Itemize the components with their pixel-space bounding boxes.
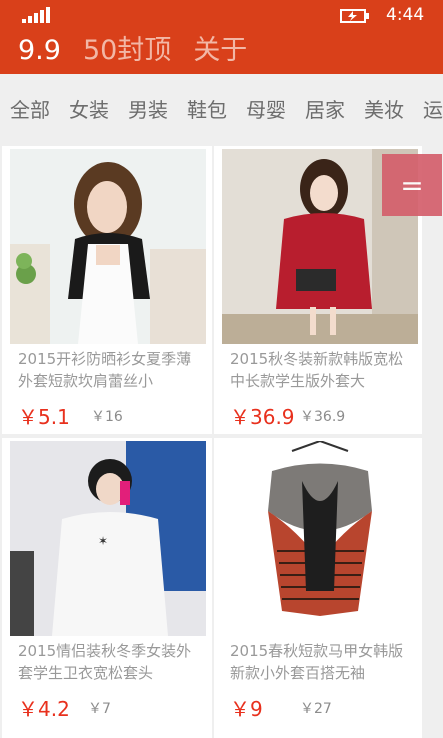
category-baby[interactable]: 母婴 (246, 96, 286, 124)
category-sports[interactable]: 运 (423, 96, 443, 124)
svg-text:✶: ✶ (98, 534, 108, 548)
category-home[interactable]: 居家 (305, 96, 345, 124)
menu-icon[interactable]: = (382, 154, 442, 216)
category-all[interactable]: 全部 (10, 96, 50, 124)
product-price: ￥4.2 (18, 697, 70, 721)
category-men[interactable]: 男装 (128, 96, 168, 124)
product-price: ￥5.1 (18, 405, 70, 429)
product-original-price: ￥36.9 (300, 409, 346, 425)
product-image[interactable]: ✶ (10, 441, 206, 636)
product-title: 2015秋冬装新款韩版宽松中长款学生版外套大 (230, 350, 404, 390)
product-card[interactable]: 2015春秋短款马甲女韩版新款小外套百搭无袖 ￥9 ￥27 (214, 438, 422, 738)
product-image[interactable] (222, 441, 418, 636)
product-original-price: ￥27 (300, 701, 332, 717)
product-price: ￥36.9 (230, 405, 295, 429)
signal-strength-icon (22, 7, 50, 23)
product-title: 2015情侣装秋冬季女装外套学生卫衣宽松套头 (18, 642, 192, 682)
category-shoes-bags[interactable]: 鞋包 (187, 96, 227, 124)
category-beauty[interactable]: 美妆 (364, 96, 404, 124)
category-bar: 全部 女装 男装 鞋包 母婴 居家 美妆 运 (0, 74, 443, 146)
app-header: 4:44 9.9 50封顶 关于 (0, 0, 443, 74)
product-price: ￥9 (230, 697, 263, 721)
product-grid: 2015开衫防晒衫女夏季薄外套短款坎肩蕾丝小 ￥5.1 ￥16 2015秋冬装新… (0, 146, 443, 738)
category-women[interactable]: 女装 (69, 96, 109, 124)
battery-charging-icon (340, 9, 369, 23)
product-image[interactable] (10, 149, 206, 344)
product-title: 2015开衫防晒衫女夏季薄外套短款坎肩蕾丝小 (18, 350, 192, 390)
product-card[interactable]: 2015开衫防晒衫女夏季薄外套短款坎肩蕾丝小 ￥5.1 ￥16 (2, 146, 212, 434)
product-card[interactable]: ✶ 2015情侣装秋冬季女装外套学生卫衣宽松套头 ￥4.2 ￥7 (2, 438, 212, 738)
product-original-price: ￥7 (88, 701, 111, 717)
tab-50-cap[interactable]: 50封顶 (83, 32, 171, 70)
product-title: 2015春秋短款马甲女韩版新款小外套百搭无袖 (230, 642, 404, 682)
tab-about[interactable]: 关于 (193, 32, 247, 70)
status-time: 4:44 (386, 5, 425, 25)
tab-9-9[interactable]: 9.9 (18, 32, 61, 70)
status-bar: 4:44 (0, 0, 443, 30)
product-original-price: ￥16 (91, 409, 123, 425)
main-tabs: 9.9 50封顶 关于 (18, 32, 247, 70)
